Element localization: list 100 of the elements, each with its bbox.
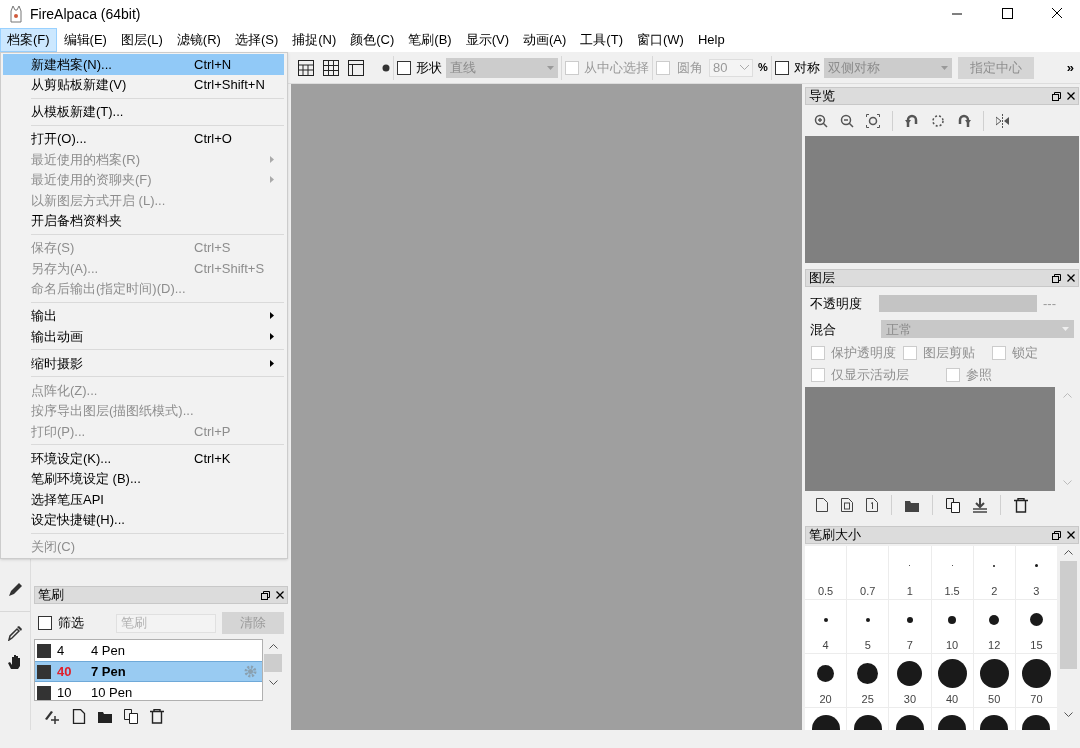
checkbox-label: 圆角 bbox=[677, 58, 703, 77]
symmetry-checkbox[interactable] bbox=[774, 60, 789, 75]
zoom-fit-icon[interactable] bbox=[866, 113, 880, 128]
menu-item[interactable]: 新建档案(N)... Ctrl+N bbox=[3, 54, 284, 75]
menu-item[interactable]: 滤镜(R) bbox=[169, 28, 228, 52]
menu-item[interactable]: 捕捉(N) bbox=[285, 28, 344, 52]
brush-size-cell[interactable]: 5 bbox=[847, 600, 889, 653]
app-logo-icon bbox=[8, 5, 24, 23]
menu-item[interactable]: 笔刷(B) bbox=[401, 28, 459, 52]
hand-icon[interactable] bbox=[7, 654, 23, 670]
brush-color-swatch bbox=[37, 643, 51, 658]
menu-item[interactable]: 窗口(W) bbox=[629, 28, 691, 52]
close-icon[interactable] bbox=[1067, 92, 1075, 100]
zoom-out-icon[interactable] bbox=[840, 113, 854, 128]
checkbox-label: 从中心选择 bbox=[584, 58, 649, 77]
menu-item[interactable]: 打开(O)... Ctrl+O bbox=[3, 128, 284, 149]
brush-size-cell[interactable]: 30 bbox=[889, 654, 931, 707]
brush-row[interactable]: 40 7 Pen bbox=[35, 661, 262, 682]
trash-icon[interactable] bbox=[150, 709, 164, 724]
scroll-down-icon[interactable] bbox=[1063, 712, 1073, 717]
menu-item[interactable]: 图层(L) bbox=[113, 28, 170, 52]
submenu-arrow-icon bbox=[270, 155, 274, 163]
zoom-in-icon[interactable] bbox=[814, 113, 828, 128]
brush-size: 4 bbox=[57, 641, 66, 660]
menu-item[interactable]: 档案(F) bbox=[0, 28, 57, 52]
menu-item[interactable]: 设定快捷键(H)... bbox=[3, 509, 284, 530]
brush-size-cell[interactable]: 4 bbox=[805, 600, 847, 653]
menu-item[interactable]: 选择(S) bbox=[227, 28, 286, 52]
brush-size-cell[interactable]: 20 bbox=[805, 654, 847, 707]
brush-size-cell[interactable]: 12 bbox=[973, 600, 1015, 653]
table-grid-icon[interactable] bbox=[298, 59, 314, 76]
overflow-chevron[interactable]: » bbox=[1066, 57, 1074, 78]
page-icon[interactable] bbox=[841, 498, 853, 512]
brush-size-cell[interactable]: 70 bbox=[1015, 654, 1057, 707]
restore-icon[interactable] bbox=[261, 590, 270, 600]
menu-item[interactable]: 颜色(C) bbox=[343, 28, 402, 52]
merge-down-icon[interactable] bbox=[973, 497, 987, 513]
rotate-right-icon[interactable] bbox=[957, 113, 971, 128]
copy-icon[interactable] bbox=[124, 709, 138, 724]
scroll-down-icon[interactable] bbox=[268, 680, 278, 685]
rotate-left-icon[interactable] bbox=[905, 113, 919, 128]
menu-item[interactable]: 工具(T) bbox=[573, 28, 630, 52]
new-page-icon[interactable] bbox=[72, 709, 86, 724]
flip-icon[interactable] bbox=[996, 113, 1009, 128]
brush-size-cell[interactable]: 40 bbox=[931, 654, 973, 707]
folder-icon[interactable] bbox=[98, 710, 112, 723]
restore-icon[interactable] bbox=[1052, 91, 1061, 101]
close-icon[interactable] bbox=[1067, 274, 1075, 282]
menu-item[interactable]: 编辑(E) bbox=[56, 28, 114, 52]
page-icon[interactable] bbox=[866, 498, 878, 512]
restore-icon[interactable] bbox=[1052, 530, 1061, 540]
scroll-up-icon[interactable] bbox=[268, 644, 278, 649]
menu-item[interactable]: 从模板新建(T)... bbox=[3, 101, 284, 122]
menu-item[interactable]: 笔刷环境设定 (B)... bbox=[3, 468, 284, 489]
menu-item[interactable]: 从剪贴板新建(V) Ctrl+Shift+N bbox=[3, 74, 284, 95]
brush-row[interactable]: 4 4 Pen bbox=[35, 640, 262, 661]
brush-size-cell[interactable]: 7 bbox=[889, 600, 931, 653]
filter-checkbox[interactable] bbox=[38, 616, 52, 630]
menu-item[interactable]: Help bbox=[690, 28, 732, 52]
menu-item[interactable]: 输出 bbox=[3, 305, 284, 326]
menu-item[interactable]: 动画(A) bbox=[516, 28, 574, 52]
brush-size-cell[interactable]: 1 bbox=[889, 546, 931, 599]
brush-size-cell[interactable]: 10 bbox=[931, 600, 973, 653]
dot-icon[interactable] bbox=[382, 63, 390, 72]
field-label: 混合 bbox=[810, 320, 837, 339]
menu-item[interactable]: 显示(V) bbox=[458, 28, 516, 52]
brush-size-cell[interactable]: 50 bbox=[973, 654, 1015, 707]
checkbox-label: 参照 bbox=[966, 366, 992, 385]
pen-icon[interactable] bbox=[7, 582, 23, 598]
frame-icon[interactable] bbox=[348, 59, 364, 76]
brush-size-cell[interactable]: 0.5 bbox=[805, 546, 847, 599]
reset-rotation-icon[interactable] bbox=[931, 113, 945, 128]
grid-icon[interactable] bbox=[323, 59, 339, 76]
close-icon[interactable] bbox=[276, 591, 284, 599]
trash-icon[interactable] bbox=[1014, 497, 1028, 513]
brush-row[interactable]: 10 10 Pen bbox=[35, 682, 262, 700]
new-page-icon[interactable] bbox=[816, 498, 828, 512]
scrollbar-thumb[interactable] bbox=[1059, 561, 1077, 669]
brush-search-field[interactable]: 笔刷 bbox=[116, 613, 216, 633]
shape-checkbox[interactable] bbox=[397, 60, 411, 75]
brush-size-cell[interactable]: 3 bbox=[1015, 546, 1057, 599]
menu-item[interactable]: 环境设定(K)... Ctrl+K bbox=[3, 448, 284, 469]
copy-icon[interactable] bbox=[946, 497, 960, 513]
menu-item[interactable]: 缩时摄影 bbox=[3, 353, 284, 374]
menu-item[interactable]: 输出动画 bbox=[3, 326, 284, 347]
brush-size-cell[interactable]: 2 bbox=[973, 546, 1015, 599]
add-brush-icon[interactable] bbox=[44, 709, 60, 724]
brush-size-cell[interactable]: 15 bbox=[1015, 600, 1057, 653]
close-icon[interactable] bbox=[1067, 531, 1075, 539]
panel-title: 导览 bbox=[809, 87, 836, 106]
scrollbar-thumb[interactable] bbox=[264, 654, 282, 672]
brush-size-cell[interactable]: 0.7 bbox=[847, 546, 889, 599]
scroll-up-icon[interactable] bbox=[1063, 550, 1073, 555]
folder-icon[interactable] bbox=[905, 498, 919, 512]
brush-size-cell[interactable]: 1.5 bbox=[931, 546, 973, 599]
menu-item[interactable]: 开启备档资料夹 bbox=[3, 210, 284, 231]
menu-item[interactable]: 选择笔压API bbox=[3, 489, 284, 510]
restore-icon[interactable] bbox=[1052, 273, 1061, 283]
brush-size-cell[interactable]: 25 bbox=[847, 654, 889, 707]
eyedropper-icon[interactable] bbox=[7, 625, 23, 641]
